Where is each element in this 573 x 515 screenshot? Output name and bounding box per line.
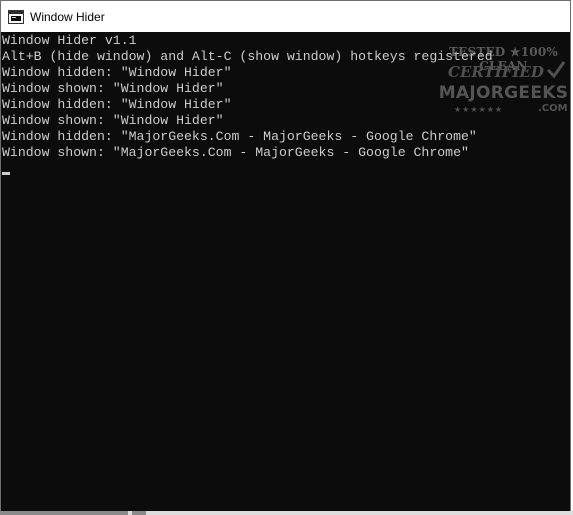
console-line: Alt+B (hide window) and Alt-C (show wind…	[2, 49, 493, 64]
taskbar-segment	[132, 511, 146, 515]
console-window: Window Hider Window Hider v1.1 Alt+B (hi…	[0, 0, 571, 513]
console-line: Window hidden: "MajorGeeks.Com - MajorGe…	[2, 129, 477, 144]
text-cursor	[2, 172, 10, 175]
console-line: Window shown: "Window Hider"	[2, 81, 224, 96]
majorgeeks-watermark-logo: TESTED ★100% CLEAN CERTIFIED MAJORGEEKS …	[434, 45, 573, 123]
console-line: Window Hider v1.1	[2, 33, 137, 48]
console-lines: Window Hider v1.1 Alt+B (hide window) an…	[2, 33, 493, 161]
console-line: Window shown: "MajorGeeks.Com - MajorGee…	[2, 145, 469, 160]
watermark-certified-text: CERTIFIED	[448, 63, 544, 81]
watermark-brand-text: MAJORGEEKS	[438, 83, 569, 103]
taskbar-segment	[0, 511, 128, 515]
window-title: Window Hider	[30, 9, 105, 24]
title-bar[interactable]: Window Hider	[1, 1, 570, 32]
console-line: Window shown: "Window Hider"	[2, 113, 224, 128]
console-line: Window hidden: "Window Hider"	[2, 65, 232, 80]
console-line: Window hidden: "Window Hider"	[2, 97, 232, 112]
checkmark-icon	[546, 61, 566, 79]
app-icon	[8, 9, 24, 25]
watermark-domain-text: .COM	[538, 103, 568, 114]
watermark-stars: ★★★★★★	[454, 105, 504, 114]
